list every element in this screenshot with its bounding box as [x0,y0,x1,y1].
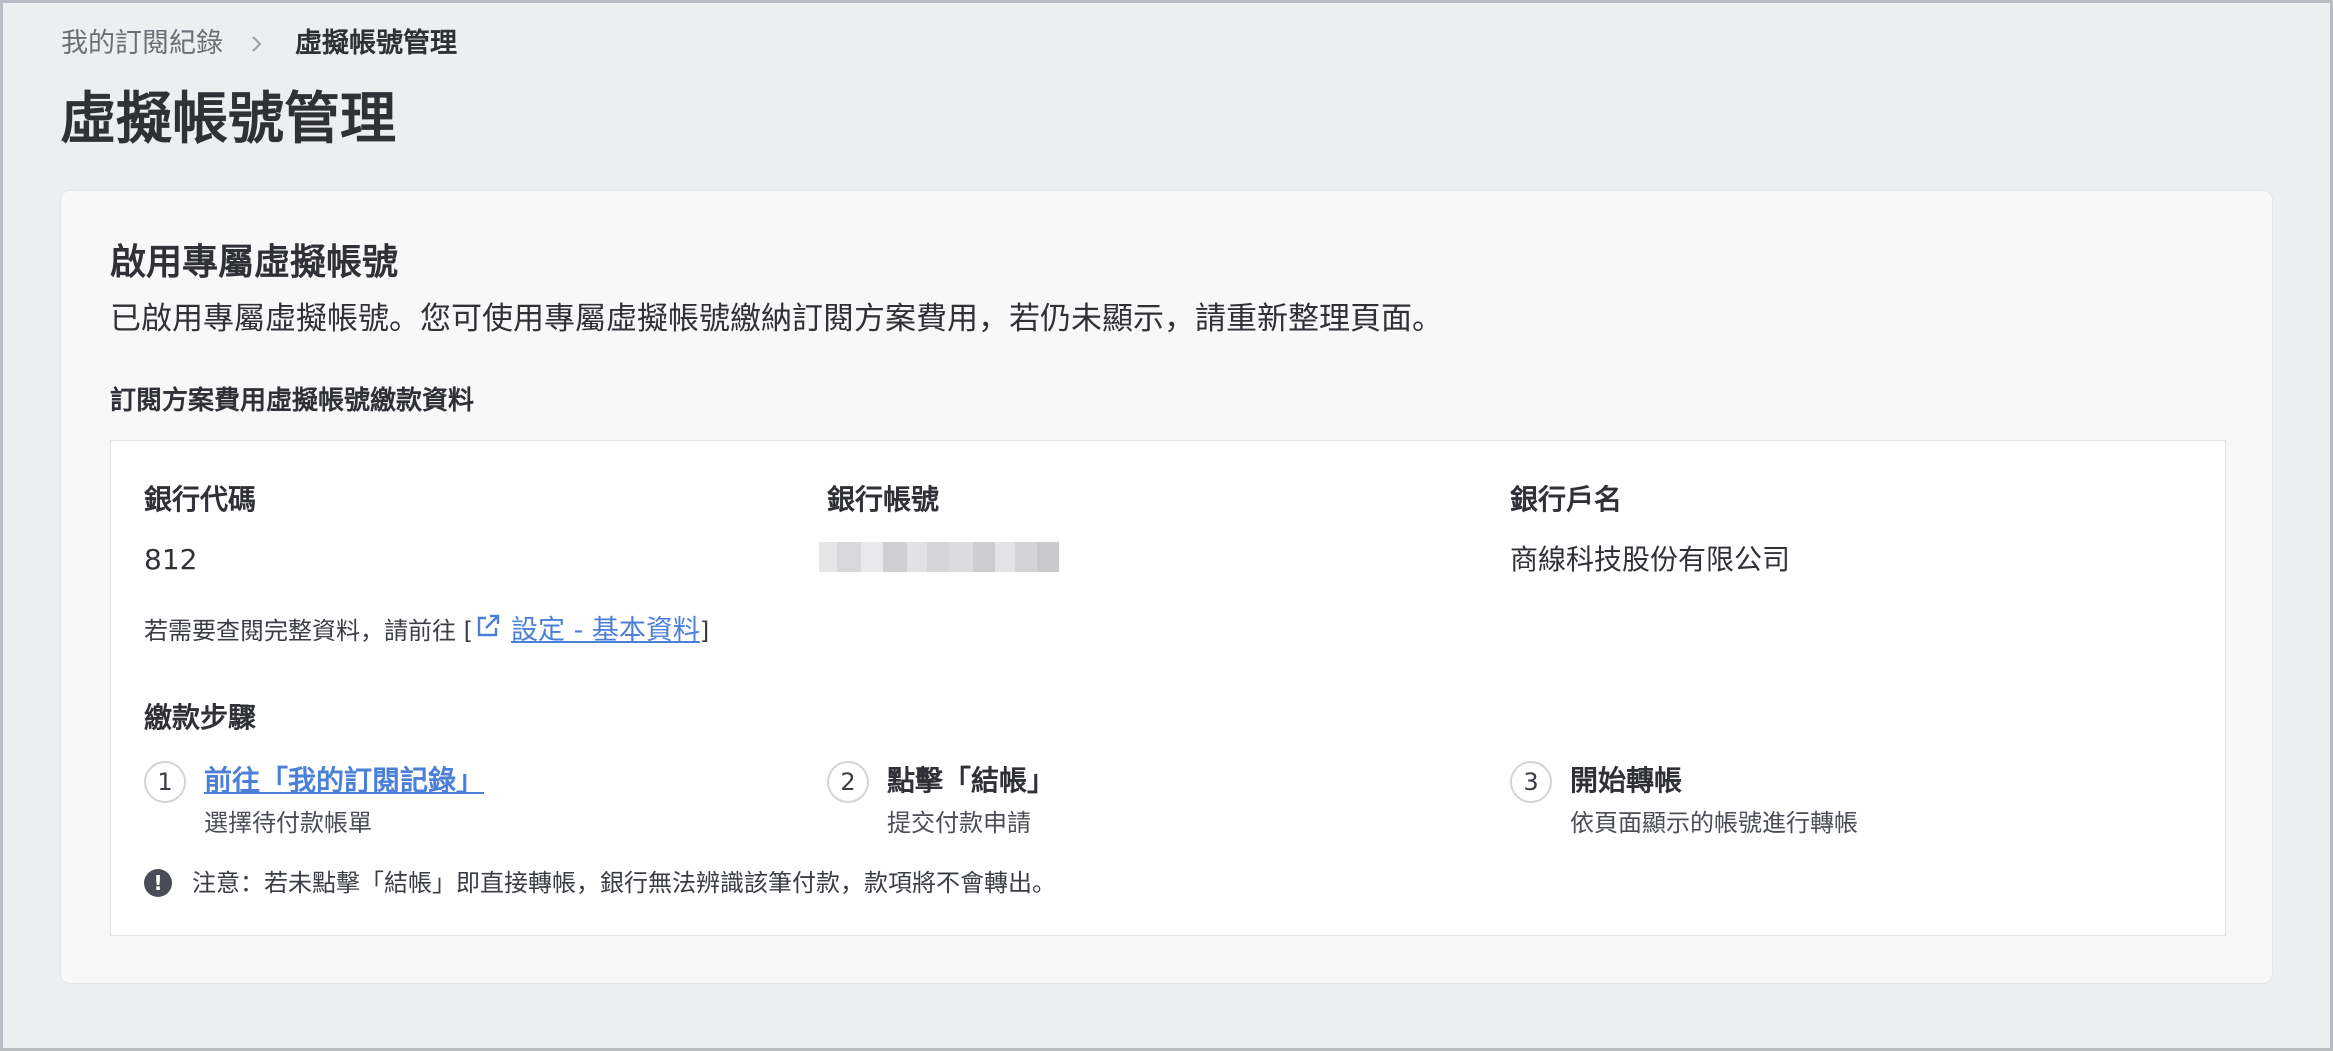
step-number: 1 [144,761,186,803]
settings-basic-info-link[interactable]: 設定 - 基本資料 [473,611,700,651]
settings-link-label: 設定 - 基本資料 [511,615,700,646]
step-3: 3 開始轉帳 依頁面顯示的帳號進行轉帳 [1510,761,1858,841]
bank-code-label: 銀行代碼 [144,483,257,516]
bank-account-masked-value [819,542,1059,572]
exclamation-circle-icon: ! [144,869,172,897]
go-to-subscriptions-link[interactable]: 前往「我的訂閱記錄」 [204,761,484,801]
bank-account-label: 銀行帳號 [827,483,940,516]
breadcrumb-link-subscriptions[interactable]: 我的訂閱紀錄 [61,26,223,62]
page-title: 虛擬帳號管理 [60,87,396,152]
settings-note-prefix: 若需要查閱完整資料，請前往 [ [144,617,473,645]
settings-note: 若需要查閱完整資料，請前往 [ 設定 - 基本資料 ] [144,611,709,651]
bank-code-value: 812 [144,543,198,576]
step-title: 開始轉帳 [1570,764,1683,797]
virtual-account-card: 啟用專屬虛擬帳號 已啟用專屬虛擬帳號。您可使用專屬虛擬帳號繳納訂閱方案費用，若仍… [60,190,2273,984]
step-description: 提交付款申請 [887,809,1031,837]
steps-label: 繳款步驟 [144,701,257,734]
step-number: 2 [827,761,869,803]
step-2: 2 點擊「結帳」 提交付款申請 [827,761,1055,841]
payment-info-panel: 銀行代碼 812 銀行帳號 銀行戶名 商線科技股份有限公司 若需要查閱完整資料，… [110,440,2226,936]
external-link-icon [473,611,511,651]
warning-note: ! 注意：若未點擊「結帳」即直接轉帳，銀行無法辨識該筆付款，款項將不會轉出。 [144,865,1056,901]
card-description: 已啟用專屬虛擬帳號。您可使用專屬虛擬帳號繳納訂閱方案費用，若仍未顯示，請重新整理… [110,301,1443,337]
step-1: 1 前往「我的訂閱記錄」 選擇待付款帳單 [144,761,484,841]
step-description: 選擇待付款帳單 [204,809,372,837]
bank-name-value: 商線科技股份有限公司 [1510,543,1791,576]
chevron-right-icon [247,26,267,62]
warning-text: 注意：若未點擊「結帳」即直接轉帳，銀行無法辨識該筆付款，款項將不會轉出。 [192,869,1056,897]
breadcrumb: 我的訂閱紀錄 虛擬帳號管理 [61,26,457,62]
card-title: 啟用專屬虛擬帳號 [110,242,399,283]
step-description: 依頁面顯示的帳號進行轉帳 [1570,809,1858,837]
breadcrumb-current: 虛擬帳號管理 [295,28,457,59]
step-title: 點擊「結帳」 [887,764,1056,797]
settings-note-suffix: ] [699,617,710,645]
section-label: 訂閱方案費用虛擬帳號繳款資料 [110,386,475,416]
bank-name-label: 銀行戶名 [1510,483,1623,516]
step-number: 3 [1510,761,1552,803]
